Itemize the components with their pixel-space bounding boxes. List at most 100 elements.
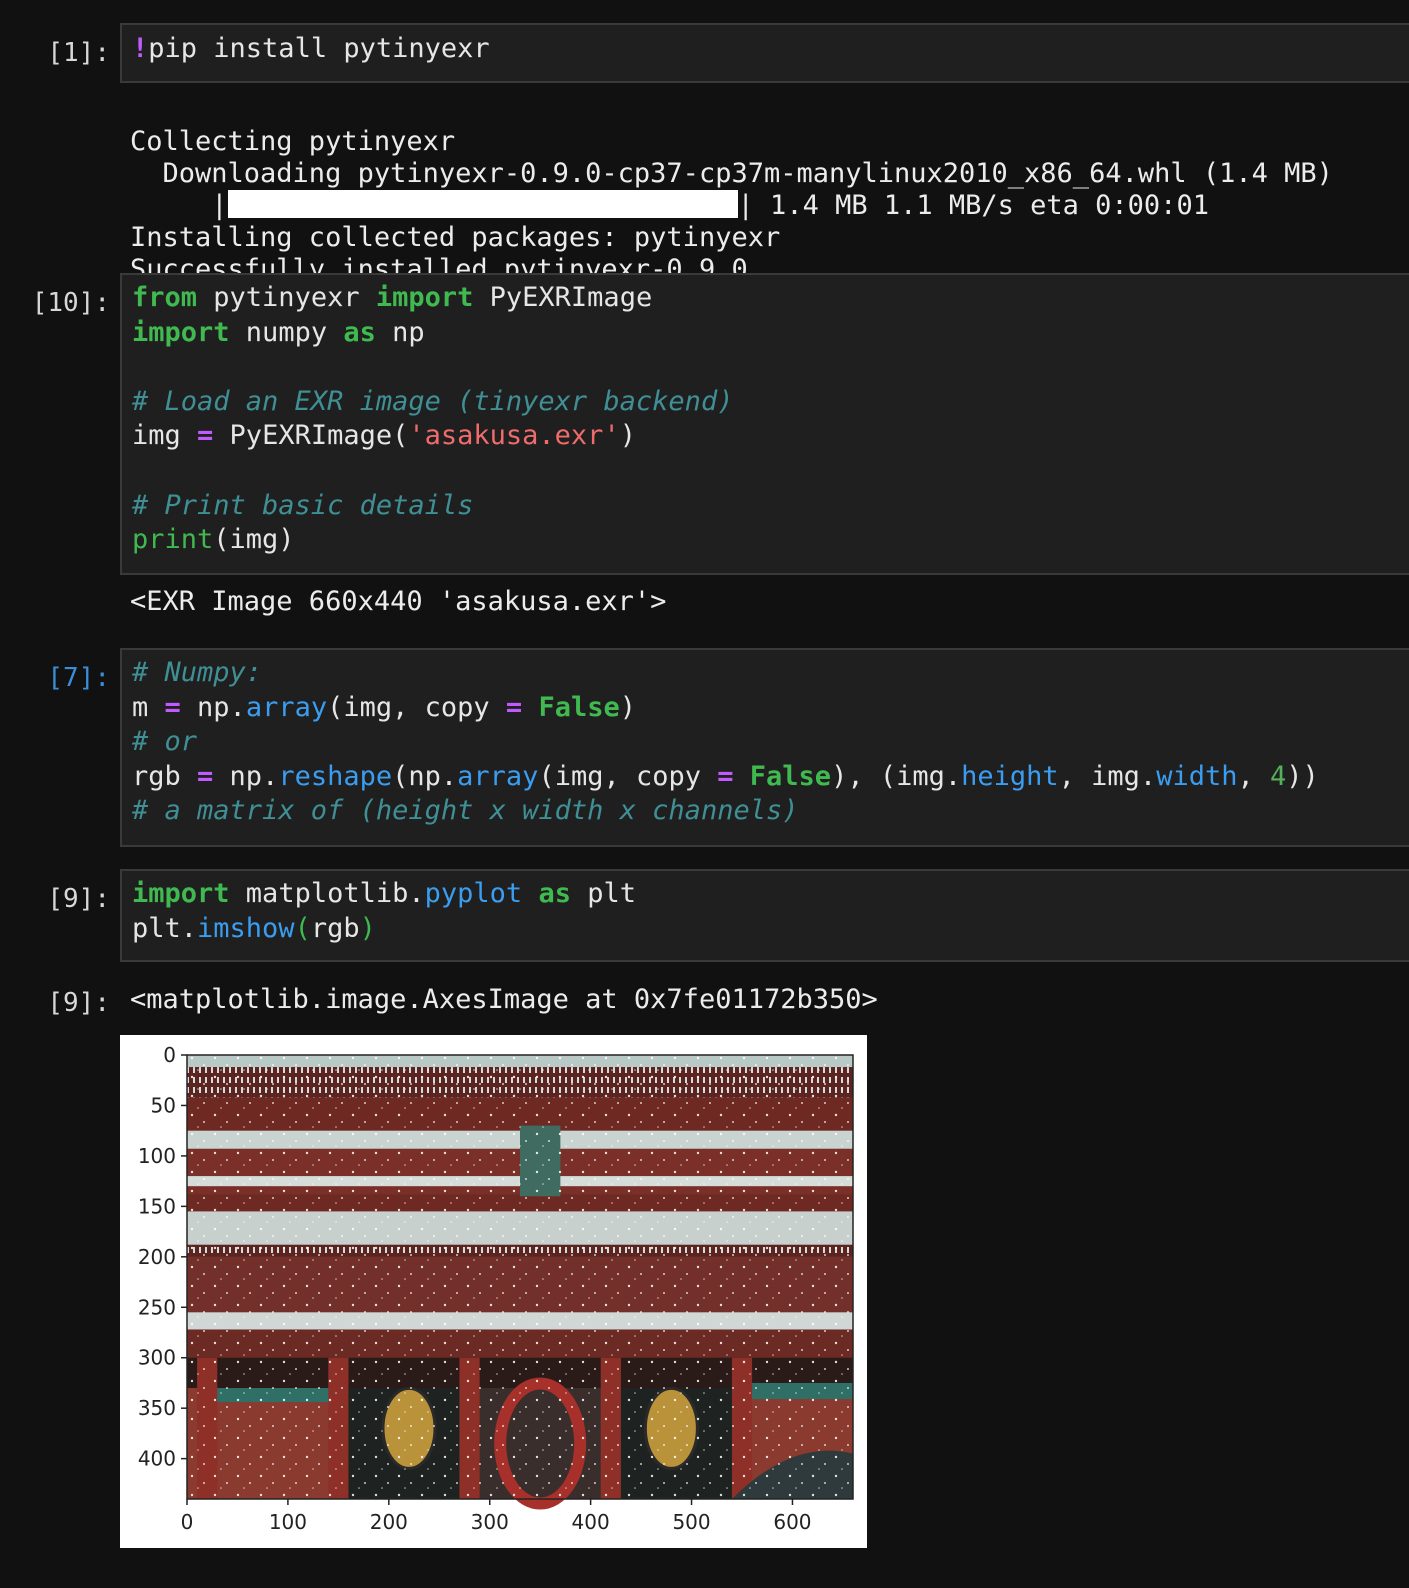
- y-tick-label: 200: [138, 1245, 176, 1269]
- code-line: import numpy as np: [132, 316, 1408, 351]
- code-token: 'asakusa.exr': [408, 420, 620, 452]
- x-tick-label: 0: [181, 1510, 194, 1534]
- x-tick-label: 100: [269, 1510, 307, 1534]
- code-token: import: [132, 316, 230, 348]
- code-token: as: [538, 878, 571, 909]
- cell-output: Collecting pytinyexr Downloading pytinye…: [130, 94, 1333, 286]
- snow-overlay: [187, 1055, 853, 1499]
- code-token: )): [1286, 760, 1319, 792]
- code-token: plt.: [132, 912, 198, 944]
- code-token: =: [717, 760, 734, 792]
- code-token: PyEXRImage: [473, 282, 653, 313]
- cell-prompt: [1]:: [47, 38, 110, 68]
- code-token: matplotlib.: [229, 878, 425, 909]
- code-token: m: [132, 691, 165, 723]
- code-token: import: [132, 878, 230, 909]
- code-token: # a matrix of (height x width x channels…: [132, 795, 799, 827]
- code-token: =: [197, 420, 214, 452]
- output-line: Downloading pytinyexr-0.9.0-cp37-cp37m-m…: [130, 158, 1333, 189]
- code-token: =: [164, 691, 181, 723]
- code-token: (: [294, 912, 311, 944]
- code-token: numpy: [229, 316, 344, 348]
- code-token: array: [245, 691, 328, 723]
- output-prompt: [9]:: [47, 988, 110, 1018]
- code-token: pyplot: [424, 878, 523, 909]
- x-tick-label: 400: [572, 1510, 610, 1534]
- cell-output: <matplotlib.image.AxesImage at 0x7fe0117…: [130, 984, 878, 1015]
- code-token: plt: [570, 878, 636, 909]
- code-token: np.: [180, 691, 246, 723]
- code-token: # Numpy:: [132, 657, 263, 688]
- code-token: # Print basic details: [132, 489, 474, 521]
- code-token: rgb: [132, 760, 198, 792]
- x-tick-label: 500: [672, 1510, 710, 1534]
- plot-figure: 0 100 200 300 400 500 600 0 50 100 150 200 250 300 350…: [120, 1035, 867, 1548]
- code-line: ​: [132, 454, 1408, 489]
- cell-prompt: [9]:: [47, 884, 110, 914]
- output-line: Installing collected packages: pytinyexr: [130, 222, 781, 253]
- code-token: ), (img.: [831, 760, 962, 792]
- code-token: as: [343, 316, 376, 348]
- y-tick-label: 0: [163, 1043, 176, 1067]
- code-cell[interactable]: !pip install pytinyexr: [120, 23, 1409, 83]
- code-token: width: [1156, 760, 1238, 792]
- code-line: plt.imshow(rgb): [132, 912, 1408, 947]
- y-tick-label: 350: [138, 1396, 176, 1420]
- cell-prompt: [7]:: [47, 663, 110, 693]
- code-token: np: [375, 316, 425, 348]
- code-token: rgb: [310, 912, 360, 944]
- x-tick-label: 200: [370, 1510, 408, 1534]
- code-line: print(img): [132, 523, 1408, 558]
- output-line: Collecting pytinyexr: [130, 126, 456, 157]
- code-token: =: [197, 760, 214, 792]
- code-token: 4: [1270, 760, 1287, 792]
- code-token: (img, copy: [327, 691, 506, 723]
- code-line: ​: [132, 350, 1408, 385]
- code-token: , img.: [1058, 760, 1157, 792]
- code-token: ): [619, 420, 636, 452]
- code-token: import: [375, 282, 474, 313]
- progress-bar: [227, 190, 738, 218]
- code-token: array: [457, 760, 539, 792]
- code-cell[interactable]: # Numpy: m = np.array(img, copy = False) #…: [120, 648, 1409, 847]
- download-progress: | | 1.4 MB 1.1 MB/s eta 0:00:01: [130, 190, 1209, 221]
- y-tick-label: 300: [138, 1346, 176, 1370]
- code-token: PyEXRImage(: [213, 420, 409, 452]
- code-line: # Numpy:: [132, 656, 1408, 691]
- code-cell[interactable]: from pytinyexr import PyEXRImage import n…: [120, 273, 1409, 575]
- code-token: pip install pytinyexr: [148, 33, 490, 64]
- code-token: ,: [1237, 760, 1270, 792]
- y-tick-label: 100: [138, 1144, 176, 1168]
- code-token: ): [359, 912, 376, 944]
- code-token: pytinyexr: [197, 282, 376, 313]
- code-token: imshow: [197, 912, 295, 944]
- code-token: =: [505, 691, 523, 723]
- code-token: False: [749, 760, 832, 792]
- code-line: from pytinyexr import PyEXRImage: [132, 281, 1408, 316]
- code-token: (img, copy: [538, 760, 718, 792]
- code-token: ): [619, 691, 636, 723]
- code-line: !pip install pytinyexr: [132, 31, 1408, 66]
- code-line: # Load an EXR image (tinyexr backend): [132, 385, 1408, 420]
- code-token: (np.: [392, 760, 458, 792]
- code-cell[interactable]: import matplotlib.pyplot as plt plt.imsho…: [120, 869, 1409, 962]
- x-tick-label: 600: [773, 1510, 811, 1534]
- code-line: m = np.array(img, copy = False): [132, 691, 1408, 726]
- cell-prompt: [10]:: [31, 288, 110, 318]
- code-line: rgb = np.reshape(np.array(img, copy = Fa…: [132, 760, 1408, 795]
- code-token: (img): [213, 524, 295, 556]
- code-line: # Print basic details: [132, 489, 1408, 524]
- code-token: np.: [213, 760, 279, 792]
- code-token: # Load an EXR image (tinyexr backend): [132, 385, 734, 417]
- code-line: import matplotlib.pyplot as plt: [132, 877, 1408, 912]
- code-line: # or: [132, 725, 1408, 760]
- y-tick-label: 400: [138, 1447, 176, 1471]
- x-tick-label: 300: [471, 1510, 509, 1534]
- code-token: img: [132, 420, 198, 452]
- code-token: False: [538, 691, 620, 723]
- asakusa-image: [187, 1055, 853, 1510]
- code-line: # a matrix of (height x width x channels…: [132, 794, 1408, 829]
- code-token: reshape: [278, 760, 393, 792]
